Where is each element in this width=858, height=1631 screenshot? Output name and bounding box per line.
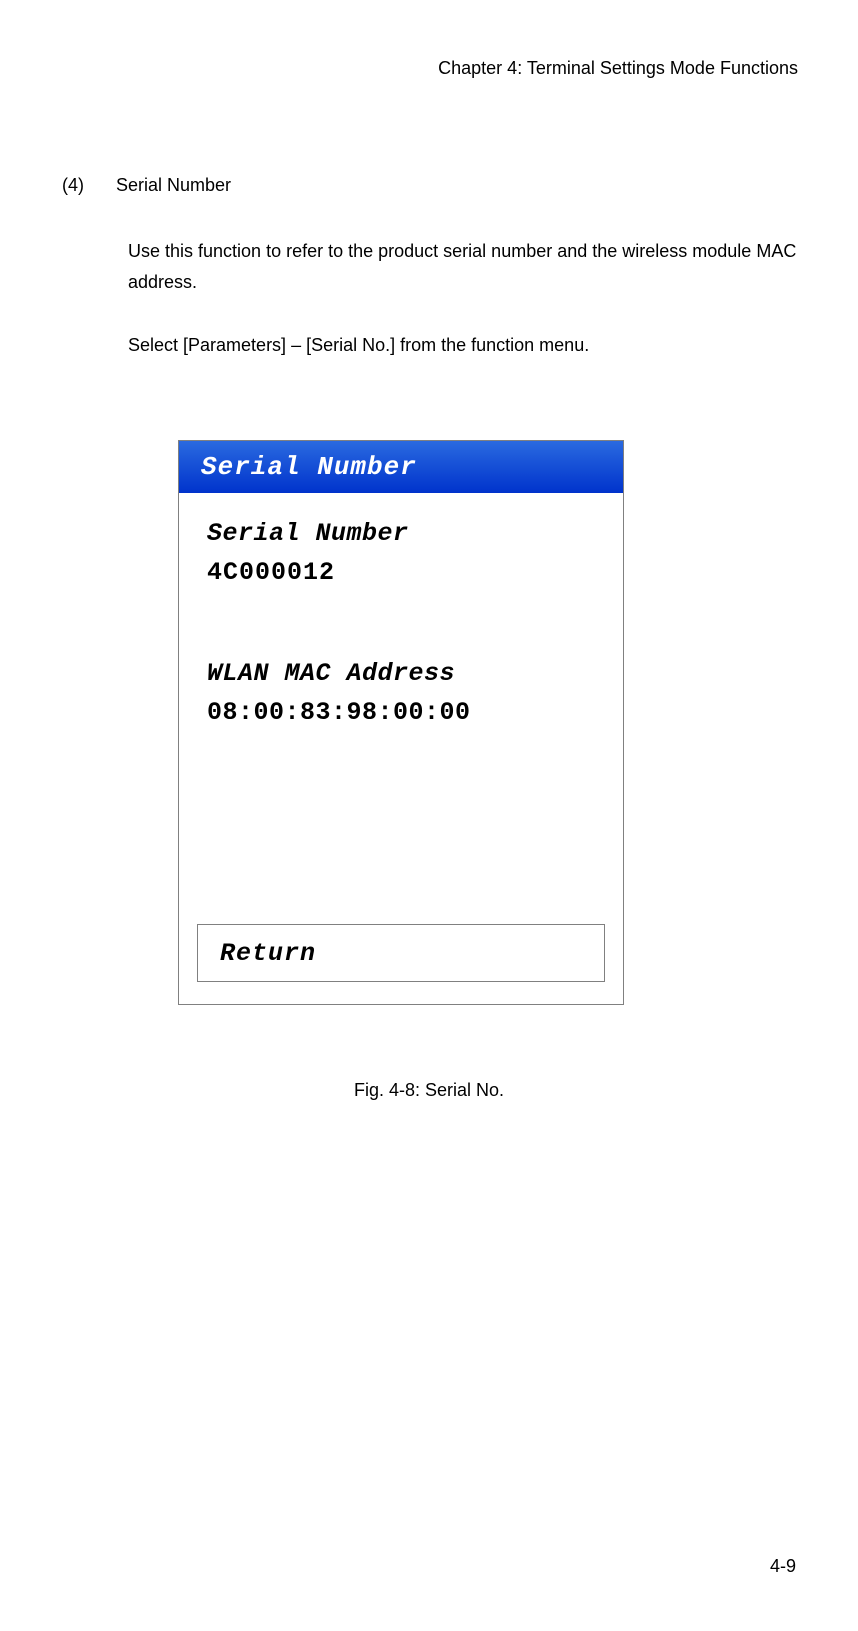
screenshot-titlebar: Serial Number <box>179 441 623 493</box>
mac-address-label: WLAN MAC Address <box>207 659 595 688</box>
screenshot-body: Serial Number 4C000012 WLAN MAC Address … <box>179 493 623 727</box>
section-number: (4) <box>62 175 84 196</box>
mac-address-value: 08:00:83:98:00:00 <box>207 698 595 727</box>
return-button[interactable]: Return <box>197 924 605 982</box>
figure-caption: Fig. 4-8: Serial No. <box>0 1080 858 1101</box>
chapter-header: Chapter 4: Terminal Settings Mode Functi… <box>438 58 798 79</box>
section-paragraph-2: Select [Parameters] – [Serial No.] from … <box>128 335 798 356</box>
screenshot-container: Serial Number Serial Number 4C000012 WLA… <box>178 440 624 1005</box>
section-title: Serial Number <box>116 175 231 196</box>
serial-number-value: 4C000012 <box>207 558 595 587</box>
section-paragraph-1: Use this function to refer to the produc… <box>128 236 798 297</box>
serial-number-label: Serial Number <box>207 519 595 548</box>
page-number: 4-9 <box>770 1556 796 1577</box>
